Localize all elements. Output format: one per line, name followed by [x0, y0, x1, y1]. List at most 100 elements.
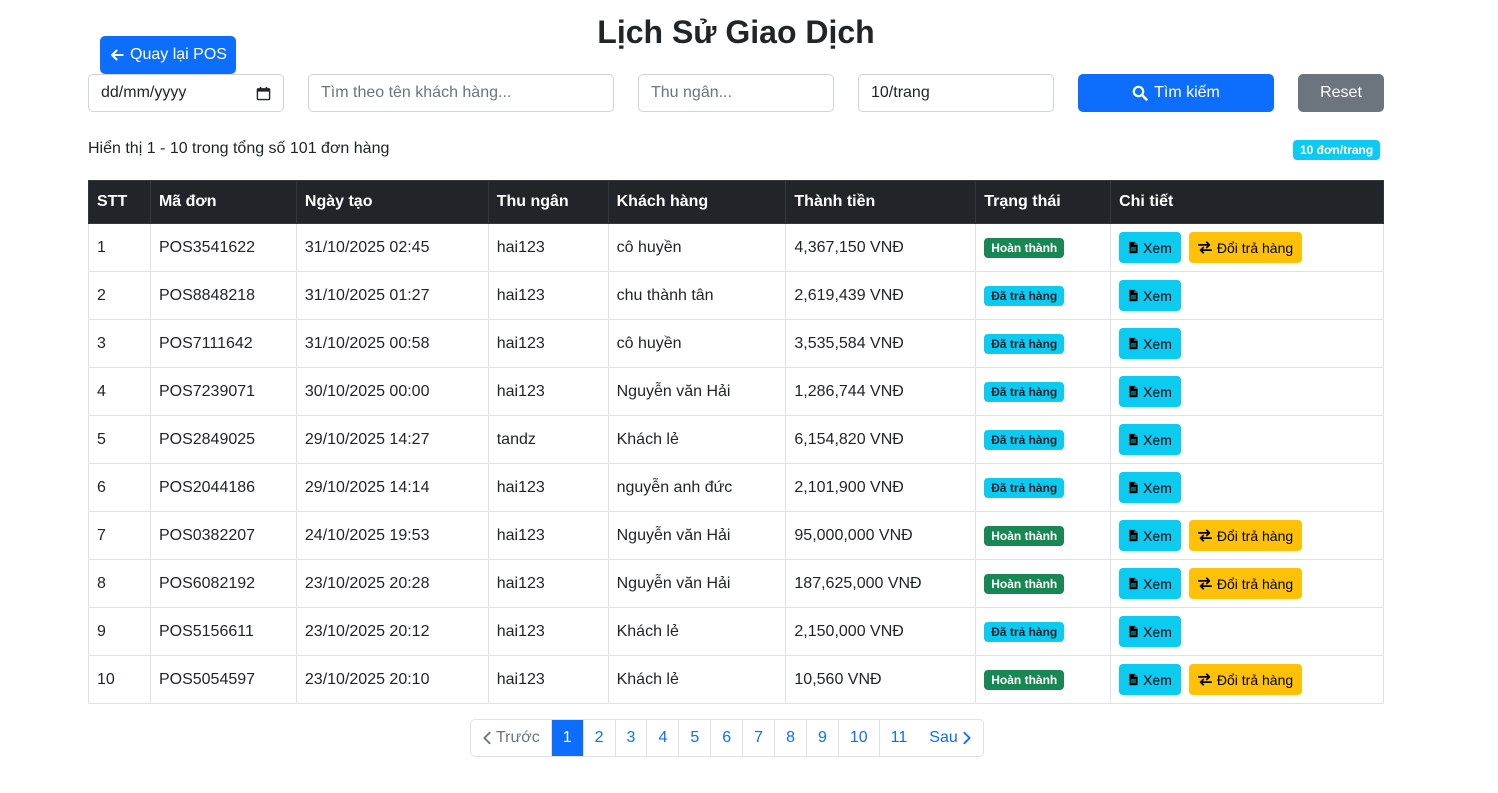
pagination-page[interactable]: 8	[775, 720, 807, 756]
pagination-page[interactable]: 2	[583, 720, 616, 756]
cell-created-date: 23/10/2025 20:12	[295, 607, 489, 656]
exchange-label: Đổi trả hàng	[1216, 671, 1294, 688]
pagination-page[interactable]: 5	[679, 720, 712, 756]
cell-created-date: 29/10/2025 14:14	[295, 463, 489, 512]
chevron-left-icon	[482, 731, 492, 745]
view-button[interactable]: Xem	[1119, 664, 1181, 695]
table-row: 5 POS2849025 29/10/2025 14:27 tandz Khách lẻ…	[88, 415, 1384, 464]
cell-total: 2,150,000 VNĐ	[785, 607, 977, 656]
view-label: Xem	[1143, 671, 1172, 688]
cell-cashier: hai123	[487, 271, 609, 320]
cell-total: 187,625,000 VNĐ	[785, 559, 977, 608]
file-icon	[1128, 433, 1139, 446]
file-icon	[1128, 385, 1139, 398]
cell-total: 95,000,000 VNĐ	[785, 511, 977, 560]
view-button[interactable]: Xem	[1119, 232, 1181, 263]
row-actions: Xem	[1119, 424, 1375, 455]
reset-button[interactable]: Reset	[1298, 74, 1384, 112]
header-stt: STT	[88, 180, 151, 224]
cell-order-code: POS5054597	[149, 655, 297, 704]
per-page-value: 10/trang	[871, 84, 930, 101]
cell-status: Hoàn thành	[975, 511, 1112, 560]
cashier-filter-input[interactable]: Thu ngân...	[638, 74, 834, 112]
table-row: 10 POS5054597 23/10/2025 20:10 hai123 Khách …	[88, 655, 1384, 704]
exchange-label: Đổi trả hàng	[1216, 575, 1294, 592]
exchange-return-button[interactable]: Đổi trả hàng	[1188, 664, 1303, 695]
pagination-page[interactable]: 7	[743, 720, 776, 756]
cell-status: Hoàn thành	[975, 223, 1112, 272]
exchange-label: Đổi trả hàng	[1216, 527, 1294, 544]
table-row: 6 POS2044186 29/10/2025 14:14 hai123 nguyễn …	[88, 463, 1384, 512]
pagination-page[interactable]: 10	[838, 720, 880, 756]
exchange-return-button[interactable]: Đổi trả hàng	[1188, 520, 1303, 551]
customer-search-input[interactable]: Tìm theo tên khách hàng...	[308, 74, 614, 112]
table-row: 3 POS7111642 31/10/2025 00:58 hai123 cô huyề…	[88, 319, 1384, 368]
per-page-select[interactable]: 10/trang	[858, 74, 1054, 112]
pagination-page[interactable]: 6	[711, 720, 744, 756]
cell-cashier: hai123	[487, 655, 609, 704]
pagination-next[interactable]: Sau	[918, 720, 983, 756]
cell-status: Đã trả hàng	[975, 319, 1112, 368]
cell-created-date: 23/10/2025 20:28	[295, 559, 489, 608]
back-to-pos-button[interactable]: Quay lại POS	[100, 36, 236, 74]
cell-stt: 1	[88, 223, 151, 272]
cell-order-code: POS7111642	[149, 319, 297, 368]
pagination-prev[interactable]: Trước	[471, 720, 552, 756]
cell-status: Đã trả hàng	[975, 271, 1112, 320]
cell-details: Xem	[1110, 319, 1384, 368]
date-filter-input[interactable]: dd/mm/yyyy	[88, 74, 284, 112]
cell-customer: Khách lẻ	[607, 415, 787, 464]
exchange-return-button[interactable]: Đổi trả hàng	[1188, 568, 1303, 599]
cell-status: Đã trả hàng	[975, 415, 1112, 464]
cell-cashier: hai123	[487, 367, 609, 416]
cell-status: Hoàn thành	[975, 655, 1112, 704]
file-icon	[1128, 577, 1139, 590]
view-button[interactable]: Xem	[1119, 280, 1181, 311]
row-actions: Xem	[1119, 472, 1375, 503]
calendar-icon[interactable]	[256, 86, 271, 101]
status-badge: Đã trả hàng	[984, 621, 1065, 642]
cell-stt: 6	[88, 463, 151, 512]
view-button[interactable]: Xem	[1119, 520, 1181, 551]
row-actions: Xem	[1119, 616, 1375, 647]
table-row: 1 POS3541622 31/10/2025 02:45 hai123 cô huyề…	[88, 223, 1384, 272]
cell-details: Xem Đổi trả hàng	[1110, 511, 1384, 560]
search-button[interactable]: Tìm kiếm	[1078, 74, 1274, 112]
cell-customer: chu thành tân	[607, 271, 787, 320]
cell-customer: Nguyễn văn Hải	[607, 559, 787, 608]
view-button[interactable]: Xem	[1119, 568, 1181, 599]
file-icon	[1128, 529, 1139, 542]
cell-created-date: 31/10/2025 00:58	[295, 319, 489, 368]
cell-total: 2,619,439 VNĐ	[785, 271, 977, 320]
status-badge: Đã trả hàng	[984, 333, 1065, 354]
cell-created-date: 23/10/2025 20:10	[295, 655, 489, 704]
cell-stt: 9	[88, 607, 151, 656]
cell-details: Xem	[1110, 607, 1384, 656]
pagination-page[interactable]: 11	[879, 720, 919, 756]
pagination-pages: 1 2 3 4 5 6 7 8 9 10 11	[551, 720, 919, 756]
exchange-return-button[interactable]: Đổi trả hàng	[1188, 232, 1303, 263]
cell-cashier: hai123	[487, 607, 609, 656]
pagination-page[interactable]: 1	[551, 720, 584, 756]
cell-total: 6,154,820 VNĐ	[785, 415, 977, 464]
file-icon	[1128, 673, 1139, 686]
row-actions: Xem	[1119, 328, 1375, 359]
cell-status: Hoàn thành	[975, 559, 1112, 608]
file-icon	[1128, 625, 1139, 638]
exchange-icon	[1197, 673, 1212, 686]
view-label: Xem	[1143, 479, 1172, 496]
view-button[interactable]: Xem	[1119, 616, 1181, 647]
pagination-page[interactable]: 4	[647, 720, 680, 756]
view-button[interactable]: Xem	[1119, 328, 1181, 359]
row-actions: Xem	[1119, 280, 1375, 311]
status-badge: Hoàn thành	[984, 525, 1065, 546]
row-actions: Xem Đổi trả hàng	[1119, 664, 1375, 695]
pagination-page[interactable]: 9	[806, 720, 839, 756]
view-button[interactable]: Xem	[1119, 424, 1181, 455]
header-details: Chi tiết	[1110, 180, 1384, 224]
pagination-page[interactable]: 3	[615, 720, 648, 756]
view-button[interactable]: Xem	[1119, 376, 1181, 407]
view-label: Xem	[1143, 239, 1172, 256]
view-button[interactable]: Xem	[1119, 472, 1181, 503]
cell-stt: 4	[88, 367, 151, 416]
